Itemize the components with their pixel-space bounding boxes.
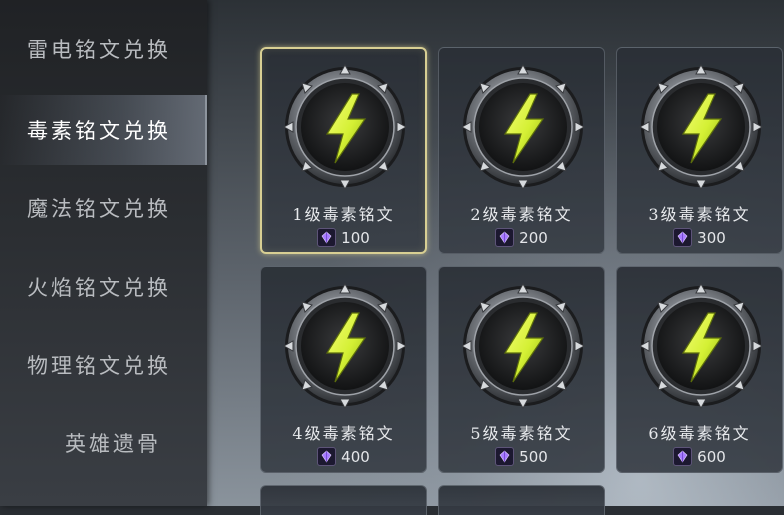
price-value: 100 xyxy=(341,228,370,247)
sidebar-item-magic-rune[interactable]: 魔法铭文兑换 xyxy=(0,173,207,243)
rune-name: 5级毒素铭文 xyxy=(470,424,573,443)
rune-name: 3级毒素铭文 xyxy=(648,205,751,224)
sidebar-item-label: 物理铭文兑换 xyxy=(27,354,171,378)
rune-card[interactable]: 6级毒素铭文 600 xyxy=(616,266,783,473)
price-value: 400 xyxy=(341,447,370,466)
rune-card[interactable]: 4级毒素铭文 400 xyxy=(260,266,427,473)
rune-name: 4级毒素铭文 xyxy=(292,424,395,443)
lightning-rune-icon xyxy=(639,64,763,190)
sidebar-item-label: 魔法铭文兑换 xyxy=(27,197,171,221)
rune-card[interactable]: 5级毒素铭文 500 xyxy=(438,266,605,473)
rune-card[interactable]: 3级毒素铭文 300 xyxy=(616,47,783,254)
rune-price: 400 xyxy=(261,447,426,466)
lightning-rune-icon xyxy=(283,283,407,409)
price-value: 200 xyxy=(519,228,548,247)
price-value: 600 xyxy=(697,447,726,466)
rune-name: 6级毒素铭文 xyxy=(648,424,751,443)
purple-crystal-icon xyxy=(317,447,337,466)
rune-price: 600 xyxy=(617,447,782,466)
sidebar-item-label: 毒素铭文兑换 xyxy=(27,119,171,143)
lightning-rune-icon xyxy=(461,64,585,190)
purple-crystal-icon xyxy=(673,228,693,247)
purple-crystal-icon xyxy=(673,447,693,466)
rune-name: 1级毒素铭文 xyxy=(292,205,395,224)
category-sidebar: 雷电铭文兑换 毒素铭文兑换 魔法铭文兑换 火焰铭文兑换 物理铭文兑换 英雄遗骨 xyxy=(0,0,207,506)
rune-name: 2级毒素铭文 xyxy=(470,205,573,224)
lightning-rune-icon xyxy=(283,64,407,190)
sidebar-item-poison-rune[interactable]: 毒素铭文兑换 xyxy=(0,95,207,165)
rune-card[interactable]: 2级毒素铭文 200 xyxy=(438,47,605,254)
sidebar-item-physical-rune[interactable]: 物理铭文兑换 xyxy=(0,330,207,400)
sidebar-item-label: 雷电铭文兑换 xyxy=(27,38,171,62)
rune-card[interactable] xyxy=(260,485,427,515)
rune-exchange-grid: 1级毒素铭文 100 2级毒素铭文 200 3级毒素铭文 300 4级毒素铭文 … xyxy=(207,0,784,515)
price-value: 300 xyxy=(697,228,726,247)
lightning-rune-icon xyxy=(639,283,763,409)
rune-price: 100 xyxy=(262,228,425,247)
rune-price: 200 xyxy=(439,228,604,247)
purple-crystal-icon xyxy=(495,447,515,466)
lightning-rune-icon xyxy=(461,283,585,409)
sidebar-item-hero-bones[interactable]: 英雄遗骨 xyxy=(0,408,207,478)
rune-card[interactable]: 1级毒素铭文 100 xyxy=(260,47,427,254)
rune-price: 300 xyxy=(617,228,782,247)
rune-card[interactable] xyxy=(438,485,605,515)
purple-crystal-icon xyxy=(317,228,337,247)
price-value: 500 xyxy=(519,447,548,466)
sidebar-item-label: 火焰铭文兑换 xyxy=(27,276,171,300)
rune-price: 500 xyxy=(439,447,604,466)
purple-crystal-icon xyxy=(495,228,515,247)
sidebar-item-thunder-rune[interactable]: 雷电铭文兑换 xyxy=(0,14,207,84)
sidebar-item-fire-rune[interactable]: 火焰铭文兑换 xyxy=(0,252,207,322)
sidebar-item-label: 英雄遗骨 xyxy=(65,432,161,456)
